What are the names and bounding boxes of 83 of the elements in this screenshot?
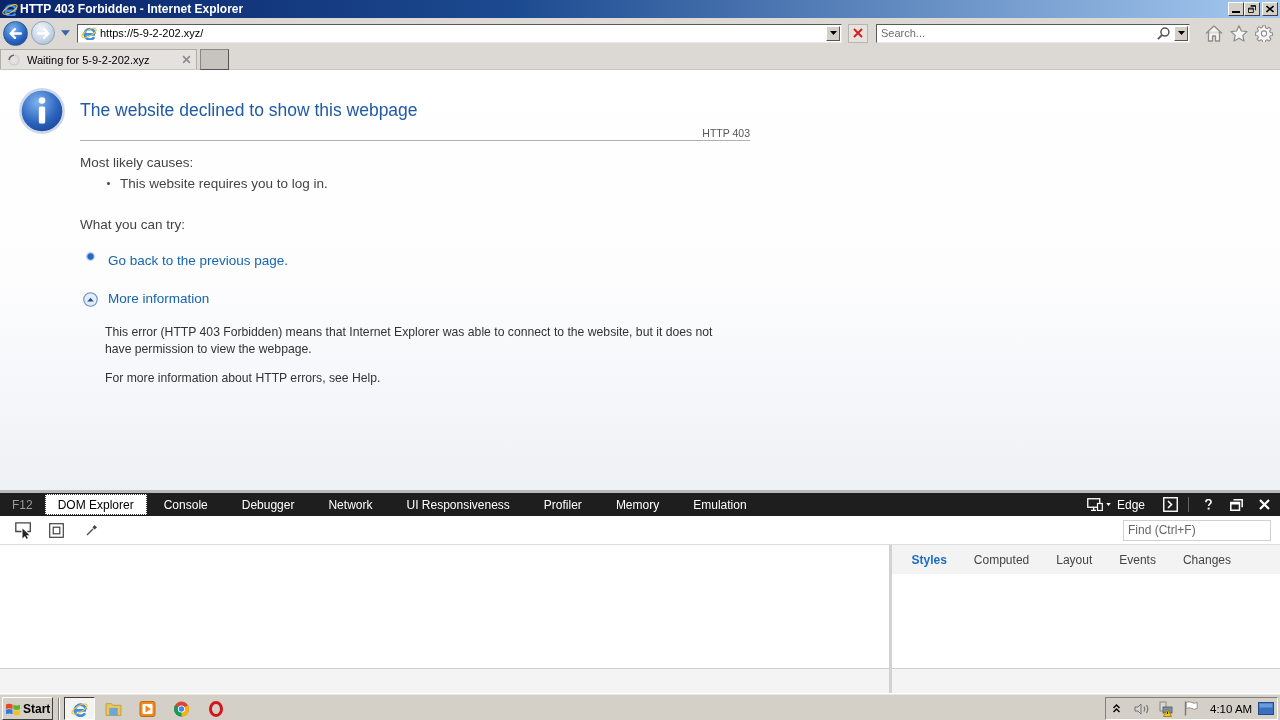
folder-icon: [105, 700, 122, 717]
close-icon: [182, 55, 191, 64]
styles-pane-tab[interactable]: Styles: [898, 545, 961, 574]
dropdown-button[interactable]: [826, 25, 840, 41]
close-button[interactable]: [1262, 2, 1278, 16]
left-arrow-icon: [9, 27, 22, 39]
flag-icon[interactable]: [1184, 701, 1198, 716]
settings-icon: [1255, 24, 1273, 42]
close-icon: [1259, 499, 1270, 510]
play-icon: [139, 700, 156, 717]
section-label: Most likely causes:: [80, 154, 195, 171]
devtools-tab[interactable]: UI Responsiveness: [389, 494, 527, 515]
desktop-icon[interactable]: [1258, 702, 1274, 715]
details-paragraph: For more information about HTTP errors, see Help.: [105, 370, 382, 387]
info-icon: [19, 88, 65, 134]
page-heading: The website declined to show this webpage: [80, 99, 419, 122]
eyedropper-icon: [86, 524, 98, 536]
new-tab-button[interactable]: [200, 49, 229, 70]
error-code: HTTP 403: [702, 127, 750, 139]
box-in-box-icon: [49, 522, 64, 538]
star-icon: [1230, 24, 1248, 42]
window-title: HTTP 403 Forbidden - Internet Explorer: [20, 2, 244, 16]
caret-icon: [1105, 503, 1111, 506]
address-field[interactable]: https://5-9-2-202.xyz/: [77, 23, 842, 43]
section-label: What you can try:: [80, 216, 187, 233]
select-element-icon: [15, 521, 32, 539]
network-warning-icon[interactable]: [1158, 700, 1174, 717]
link-bullet-icon: [85, 252, 95, 261]
minimize-button[interactable]: [1228, 2, 1244, 16]
ring-icon: [208, 700, 223, 717]
settings-button[interactable]: [1254, 23, 1274, 43]
devtools-tab[interactable]: Memory: [598, 494, 677, 515]
close-icon: [853, 28, 863, 38]
devtools-tab[interactable]: Console: [146, 494, 225, 515]
round-browser-icon: [173, 700, 190, 717]
help-icon: [1205, 499, 1212, 510]
taskbar-app-button[interactable]: [64, 697, 95, 720]
back-button[interactable]: [3, 20, 28, 46]
stop-button[interactable]: [848, 23, 868, 43]
styles-pane-tab[interactable]: Events: [1105, 545, 1170, 574]
devtools-label: F12: [12, 497, 33, 512]
caret-icon: [1177, 31, 1185, 35]
find-field[interactable]: Find (Ctrl+F): [1123, 519, 1271, 541]
restore-icon: [1230, 498, 1243, 511]
clock: 4:10 AM: [1210, 702, 1253, 715]
back-link[interactable]: Go back to the previous page.: [108, 252, 289, 268]
more-information-link[interactable]: More information: [108, 290, 210, 306]
search-field[interactable]: Search...: [876, 23, 1190, 43]
bullet-icon: [107, 182, 110, 185]
styles-pane-tab[interactable]: Computed: [960, 545, 1043, 574]
start-button[interactable]: Start: [2, 697, 53, 720]
browser-logo-icon: [71, 700, 88, 717]
home-icon: [1205, 24, 1223, 42]
collapse-icon[interactable]: [82, 291, 98, 307]
caret-icon: [829, 31, 837, 35]
restore-icon: [1248, 5, 1256, 13]
search-icon[interactable]: [1157, 26, 1170, 40]
devtools-tab[interactable]: Debugger: [224, 494, 312, 515]
devtools-tab[interactable]: Emulation: [676, 494, 764, 515]
console-icon: [1163, 497, 1178, 512]
monitor-icon: [1086, 498, 1103, 511]
speaker-icon[interactable]: [1134, 701, 1150, 716]
home-button[interactable]: [1204, 23, 1224, 43]
devtools-tab[interactable]: Profiler: [526, 494, 599, 515]
restore-button[interactable]: [1244, 2, 1260, 16]
browser-logo-icon: [2, 2, 18, 16]
minimize-icon: [1232, 10, 1240, 13]
close-icon: [1266, 5, 1274, 13]
browser-logo-icon: [81, 26, 97, 40]
browser-tab[interactable]: Waiting for 5-9-2-202.xyz: [0, 49, 197, 69]
windows-flag-icon: [5, 701, 21, 716]
document-mode-button[interactable]: Edge: [1116, 497, 1145, 512]
tab-close-button[interactable]: [182, 55, 191, 64]
cause-text: This website requires you to log in.: [120, 175, 328, 192]
devtools-tab[interactable]: DOM Explorer: [44, 494, 147, 515]
details-paragraph: This error (HTTP 403 Forbidden) means that Internet Explorer was able to connect to the website, but it does not have permission to view the webpage.: [105, 324, 714, 358]
styles-pane-tab[interactable]: Layout: [1042, 545, 1106, 574]
devtools-tab[interactable]: Network: [311, 494, 390, 515]
favorites-button[interactable]: [1229, 23, 1249, 43]
right-arrow-icon: [36, 27, 50, 39]
styles-pane-tab[interactable]: Changes: [1169, 545, 1245, 574]
chevron-up-icon[interactable]: [1113, 704, 1120, 713]
caret-icon: [60, 30, 70, 36]
